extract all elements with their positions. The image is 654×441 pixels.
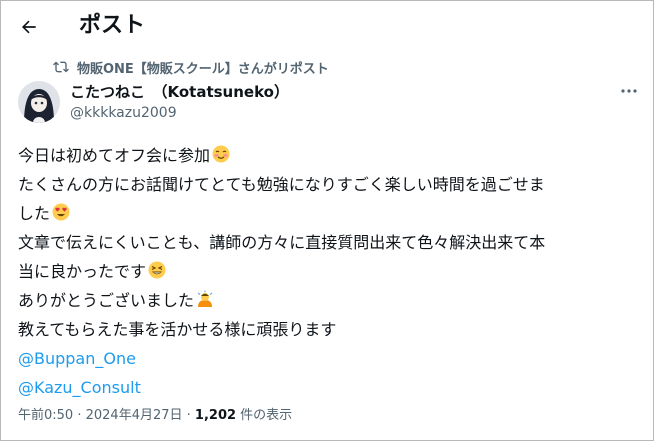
more-horizontal-icon <box>621 89 637 93</box>
post-date[interactable]: 2024年4月27日 <box>86 408 183 423</box>
display-name[interactable]: こたつねこ （Kotatsuneko） <box>70 82 289 102</box>
post-line: 今日は初めてオフ会に参加 <box>18 141 638 170</box>
more-options-button[interactable] <box>615 81 643 101</box>
view-count-label: 件の表示 <box>236 408 293 423</box>
arrow-left-icon <box>21 20 36 34</box>
post-body: 今日は初めてオフ会に参加 たくさんの方にお話聞けてとても勉強になりすごく楽しい時… <box>18 141 638 402</box>
view-count[interactable]: 1,202 <box>195 408 236 423</box>
repost-icon <box>53 59 69 75</box>
post-line: @Buppan_One <box>18 344 638 373</box>
repost-indicator[interactable]: 物販ONE【物販スクール】さんがリポスト <box>53 58 329 77</box>
post-meta: 午前0:50 · 2024年4月27日 · 1,202 件の表示 <box>18 407 292 425</box>
post-time[interactable]: 午前0:50 <box>18 408 73 423</box>
heart-eyes-emoji <box>52 203 70 221</box>
mention-link[interactable]: @Buppan_One <box>18 349 136 368</box>
post-detail-page: ポスト 物販ONE【物販スクール】さんがリポスト こたつねこ （Kotatsun… <box>0 0 654 441</box>
post-line: した <box>18 199 638 228</box>
post-line: たくさんの方にお話聞けてとても勉強になりすごく楽しい時間を過ごせま <box>18 175 545 194</box>
repost-text: 物販ONE【物販スクール】さんがリポスト <box>77 61 329 77</box>
page-title: ポスト <box>79 13 146 38</box>
post-line: 当に良かったです <box>18 257 638 286</box>
header: ポスト <box>1 1 653 53</box>
post-line: ありがとうございました <box>18 286 638 315</box>
avatar[interactable] <box>18 81 60 123</box>
grinning-squint-emoji <box>148 261 166 279</box>
post-line: @Kazu_Consult <box>18 373 638 402</box>
smiling-blush-emoji <box>212 145 230 163</box>
meta-separator: · <box>182 408 195 423</box>
mention-link[interactable]: @Kazu_Consult <box>18 378 141 397</box>
back-button[interactable] <box>13 11 45 43</box>
post-line: 文章で伝えにくいことも、講師の方々に直接質問出来て色々解決出来て本 <box>18 233 546 252</box>
user-handle[interactable]: @kkkkazu2009 <box>70 103 177 123</box>
bowing-person-emoji <box>197 290 213 307</box>
post-line: 教えてもらえた事を活かせる様に頑張ります <box>18 320 337 339</box>
meta-separator: · <box>73 408 86 423</box>
